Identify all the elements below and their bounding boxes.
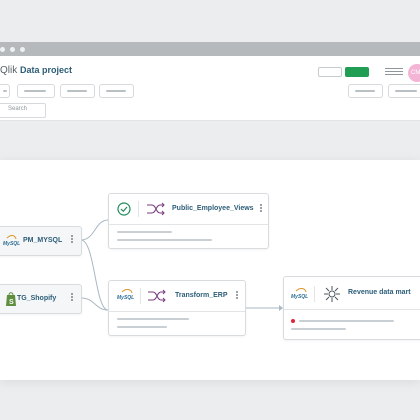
shopify-icon: S [4,291,18,307]
node-detail-line [117,318,189,320]
toolbar [0,82,420,100]
node-detail-line [117,239,212,241]
window-control-dot[interactable] [10,47,15,52]
node-divider [284,309,420,310]
search-row: Search [0,100,420,121]
connector-pm-to-public [80,219,109,241]
transform-shuffle-icon [147,289,167,303]
menu-icon[interactable] [385,68,403,76]
task-node-public-employee-views[interactable]: Public_Employee_Views [108,193,269,249]
mysql-icon: MySQL [116,287,136,303]
more-options-icon[interactable] [70,293,73,305]
node-detail-line [299,320,394,322]
source-node-pm-mysql[interactable]: MySQL PM_MYSQL [0,226,82,256]
more-options-icon[interactable] [70,235,73,247]
toolbar-button[interactable] [17,84,55,98]
mysql-icon-text: MySQL [117,295,135,301]
node-label: Public_Employee_Views [172,205,254,212]
window-control-dot[interactable] [20,47,25,52]
toolbar-button[interactable] [388,84,420,98]
svg-text:S: S [9,299,14,306]
error-status-dot [291,319,295,323]
task-node-transform-erp[interactable]: MySQL Transform_ERP [108,280,246,336]
more-options-icon[interactable] [259,204,262,216]
node-detail-line [117,326,167,328]
node-label: Transform_ERP [175,292,228,299]
transform-shuffle-icon [146,202,166,216]
mysql-icon-text: MySQL [3,241,21,247]
toolbar-button[interactable] [60,84,95,98]
icon-divider [138,201,139,217]
search-placeholder: Search [8,106,28,112]
connector-tg-to-transform [80,297,109,311]
connector-pm-to-transform [80,239,109,311]
project-title: Data project [20,65,73,75]
node-detail-line [291,328,346,330]
pipeline-canvas[interactable]: MySQL PM_MYSQL S TG_Shopify Public_Emplo… [0,160,420,380]
toolbar-button[interactable] [99,84,134,98]
toolbar-button[interactable] [0,84,10,98]
source-node-tg-shopify[interactable]: S TG_Shopify [0,284,82,314]
icon-divider [140,288,141,304]
app-logo[interactable]: Qlik [0,65,17,76]
mysql-icon: MySQL [3,233,21,249]
user-avatar[interactable]: CM [408,64,420,82]
node-label: TG_Shopify [17,295,57,302]
node-detail-line [117,231,172,233]
node-divider [109,224,268,225]
check-circle-icon [117,202,131,216]
toolbar-button[interactable] [348,84,383,98]
node-label: PM_MYSQL [23,237,63,244]
data-mart-icon [323,285,341,303]
more-options-icon[interactable] [235,291,238,303]
mysql-icon-text: MySQL [291,294,309,300]
primary-action-button[interactable] [345,67,369,77]
window-control-dot[interactable] [0,47,5,52]
window-titlebar [0,42,420,56]
app-header: Qlik Data project CM [0,56,420,83]
node-divider [109,311,245,312]
target-node-revenue-data-mart[interactable]: MySQL Revenue data mart [283,276,420,340]
search-input[interactable]: Search [0,103,46,118]
icon-divider [314,286,315,302]
secondary-action-button[interactable] [318,67,342,77]
node-label: Revenue data mart [348,289,411,296]
mysql-icon: MySQL [290,286,310,302]
